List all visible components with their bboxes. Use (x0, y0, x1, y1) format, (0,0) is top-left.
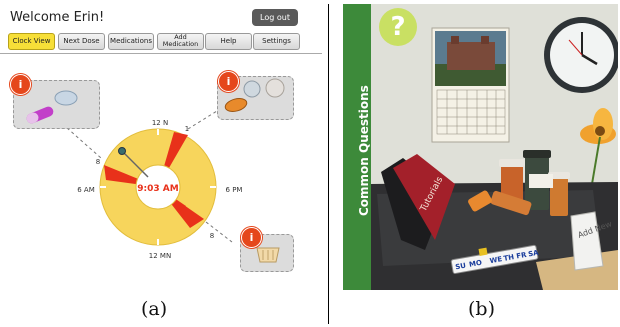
current-time-label: 9:03 AM (137, 184, 178, 194)
clock-label-midnight: 12 MN (149, 252, 171, 260)
kitchen-help-scene: Tutorials Add New SU MO WE TH FR SA Comm… (343, 4, 618, 290)
wall-clock-icon[interactable] (544, 17, 618, 93)
current-time-marker[interactable] (118, 147, 126, 155)
caption-a: (a) (141, 298, 168, 320)
clock-view-app: Welcome Erin! Log out Clock View Next Do… (0, 0, 325, 327)
common-questions-label: Common Questions (357, 85, 371, 216)
caption-b: (b) (468, 298, 495, 320)
clock-dial[interactable]: 9:03 AM 12 N 12 MN 6 AM 6 PM 8 1 8 (0, 0, 325, 290)
dose-hour-label-bottom-right: 8 (210, 232, 214, 240)
help-question-icon[interactable]: ? (379, 8, 417, 46)
clock-label-noon: 12 N (152, 119, 168, 127)
clock-label-6pm: 6 PM (226, 186, 243, 194)
open-compartment (478, 247, 488, 256)
dose-hour-label-top-right: 1 (185, 125, 189, 133)
wall-calendar[interactable] (431, 27, 510, 143)
panel-divider (328, 4, 329, 324)
scene-illustration: Tutorials Add New SU MO WE TH FR SA (343, 4, 618, 290)
dose-hour-label-left: 8 (96, 158, 100, 166)
clock-label-6am: 6 AM (77, 186, 95, 194)
